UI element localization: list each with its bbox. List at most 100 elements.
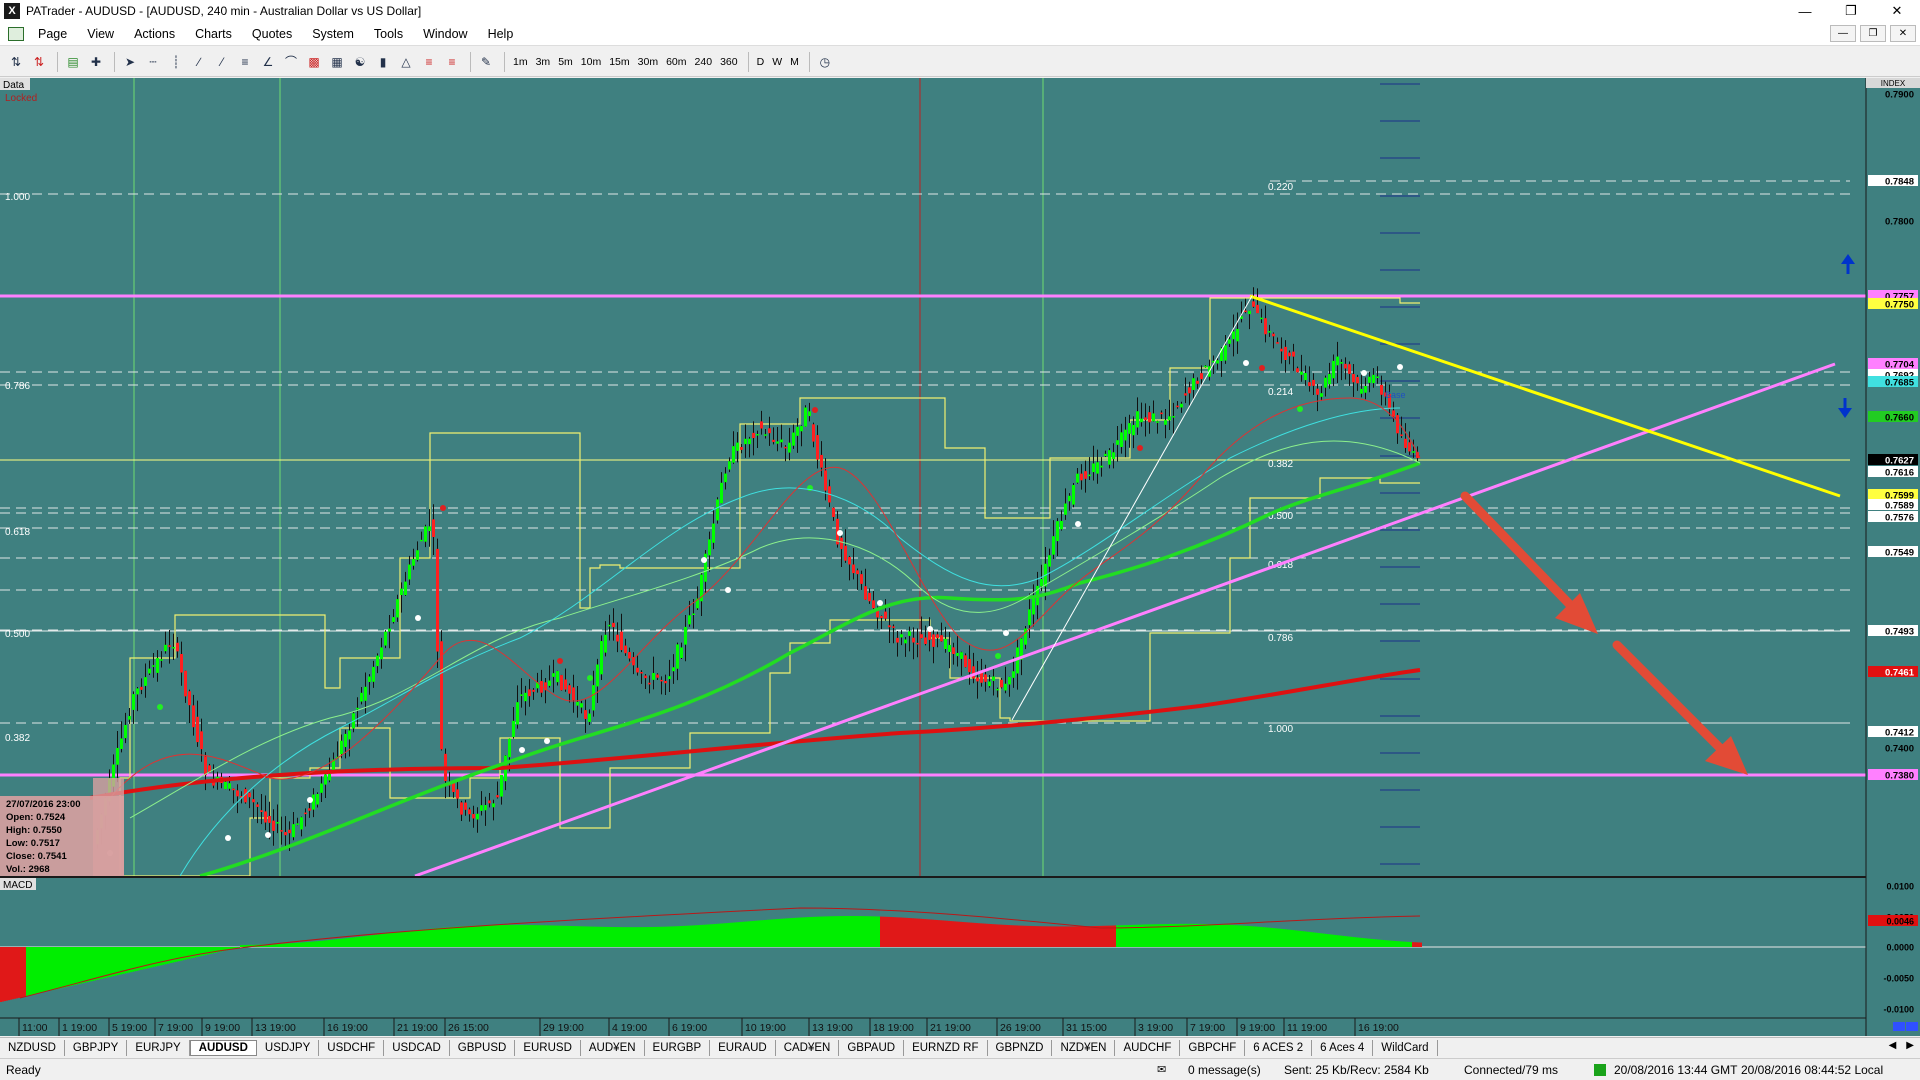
menu-help[interactable]: Help — [478, 27, 524, 41]
macd-bar — [180, 947, 182, 961]
zoom-in-icon[interactable] — [1893, 1022, 1905, 1031]
macd-bar — [404, 931, 406, 947]
cycle-lines-icon[interactable]: ☯ — [350, 52, 370, 72]
candle-body — [152, 665, 155, 667]
timeframe-10m[interactable]: 10m — [578, 52, 604, 72]
rectangle-icon[interactable]: ▩ — [304, 52, 324, 72]
macd-bar — [78, 947, 80, 985]
macd-bar — [916, 918, 918, 947]
horizontal-line-icon[interactable]: ┄ — [143, 52, 163, 72]
chart-window[interactable]: 1.000 0.786 0.618 0.500 0.382 0.220 0.21… — [0, 78, 1920, 1036]
fib-time-icon[interactable]: ≡ — [442, 52, 462, 72]
menu-window[interactable]: Window — [413, 27, 477, 41]
candle-body — [1248, 310, 1251, 315]
macd-bar — [318, 941, 320, 947]
macd-bar — [58, 947, 60, 989]
gann-icon[interactable]: ▦ — [327, 52, 347, 72]
candle-body — [732, 446, 735, 463]
candle-body — [556, 671, 559, 683]
price-chart[interactable]: 1.000 0.786 0.618 0.500 0.382 0.220 0.21… — [0, 78, 1920, 1036]
tab-usdcad[interactable]: USDCAD — [384, 1039, 450, 1056]
tab-nzdusd[interactable]: NZDUSD — [0, 1039, 65, 1056]
fib-arc-icon[interactable]: ⌒ — [281, 52, 301, 72]
sell-icon[interactable]: ⇅ — [29, 52, 49, 72]
zoom-out-icon[interactable] — [1906, 1022, 1918, 1031]
timeframe-1m[interactable]: 1m — [510, 52, 531, 72]
pencil-icon[interactable]: ✎ — [476, 52, 496, 72]
tab-next-icon[interactable]: ▶ — [1906, 1040, 1914, 1051]
chart-page-icon[interactable] — [8, 26, 24, 41]
timeframe-3m[interactable]: 3m — [533, 52, 554, 72]
close-icon[interactable]: ✕ — [1874, 0, 1920, 22]
macd-bar — [1174, 923, 1176, 947]
period-daily[interactable]: D — [754, 52, 768, 72]
fibonacci-icon[interactable]: ≡ — [235, 52, 255, 72]
tab-audusd[interactable]: AUDUSD — [189, 1039, 257, 1056]
trendline-icon[interactable]: ∕ — [189, 52, 209, 72]
candle-body — [800, 426, 803, 432]
macd-bar — [1120, 925, 1122, 947]
tab-cad-en[interactable]: CAD¥EN — [776, 1039, 840, 1056]
pointer-icon[interactable]: ➤ — [120, 52, 140, 72]
menu-quotes[interactable]: Quotes — [242, 27, 302, 41]
tab-eurusd[interactable]: EURUSD — [515, 1039, 581, 1056]
period-weekly[interactable]: W — [769, 52, 785, 72]
timeframe-360[interactable]: 360 — [717, 52, 741, 72]
menu-page[interactable]: Page — [28, 27, 77, 41]
fib-extension-icon[interactable]: ≡ — [419, 52, 439, 72]
clock-icon[interactable]: ◷ — [815, 52, 835, 72]
maximize-icon[interactable]: ❐ — [1828, 0, 1874, 22]
macd-panel[interactable] — [0, 878, 1866, 1018]
tab-audchf[interactable]: AUDCHF — [1115, 1039, 1181, 1056]
tab-prev-icon[interactable]: ◀ — [1889, 1040, 1897, 1051]
tab-eurnzd-rf[interactable]: EURNZD RF — [904, 1039, 988, 1056]
tab-aud-en[interactable]: AUD¥EN — [581, 1039, 645, 1056]
timeframe-5m[interactable]: 5m — [555, 52, 576, 72]
tab-wildcard[interactable]: WildCard — [1373, 1039, 1438, 1056]
minimize-icon[interactable]: — — [1782, 0, 1828, 22]
candle-body — [920, 634, 923, 639]
menu-charts[interactable]: Charts — [185, 27, 242, 41]
candle-body — [308, 808, 311, 811]
macd-bar — [670, 926, 672, 947]
mdi-close-icon[interactable]: ✕ — [1890, 25, 1916, 42]
tab-6-aces-2[interactable]: 6 ACES 2 — [1245, 1039, 1313, 1056]
message-icon[interactable]: ✉ — [1157, 1063, 1166, 1076]
triangle-icon[interactable]: △ — [396, 52, 416, 72]
menu-view[interactable]: View — [77, 27, 124, 41]
mdi-restore-icon[interactable]: ❐ — [1860, 25, 1886, 42]
timeframe-240[interactable]: 240 — [692, 52, 716, 72]
period-monthly[interactable]: M — [787, 52, 802, 72]
timeframe-15m[interactable]: 15m — [606, 52, 632, 72]
tab-6-aces-4[interactable]: 6 Aces 4 — [1312, 1039, 1374, 1056]
menu-system[interactable]: System — [302, 27, 364, 41]
timeframe-60m[interactable]: 60m — [663, 52, 689, 72]
crosshair-icon[interactable]: ✚ — [86, 52, 106, 72]
macd-bar — [776, 919, 778, 947]
candle-body — [412, 558, 415, 566]
vertical-line-icon[interactable]: ┊ — [166, 52, 186, 72]
menu-actions[interactable]: Actions — [124, 27, 185, 41]
tab-gbpnzd[interactable]: GBPNZD — [988, 1039, 1053, 1056]
channel-icon[interactable]: ⁄ — [212, 52, 232, 72]
menu-tools[interactable]: Tools — [364, 27, 413, 41]
tab-gbpaud[interactable]: GBPAUD — [839, 1039, 905, 1056]
mdi-minimize-icon[interactable]: — — [1830, 25, 1856, 42]
macd-bar — [1220, 924, 1222, 947]
tab-usdchf[interactable]: USDCHF — [319, 1039, 385, 1056]
tab-euraud[interactable]: EURAUD — [710, 1039, 776, 1056]
macd-bar — [676, 926, 678, 947]
tab-gbpchf[interactable]: GBPCHF — [1180, 1039, 1246, 1056]
tab-gbpusd[interactable]: GBPUSD — [450, 1039, 516, 1056]
chart-icon[interactable]: ▤ — [63, 52, 83, 72]
tab-usdjpy[interactable]: USDJPY — [257, 1039, 320, 1056]
bars-icon[interactable]: ▮ — [373, 52, 393, 72]
tab-eurgbp[interactable]: EURGBP — [645, 1039, 711, 1056]
timeframe-30m[interactable]: 30m — [635, 52, 661, 72]
tab-nzd-en[interactable]: NZD¥EN — [1052, 1039, 1116, 1056]
fib-fan-icon[interactable]: ∠ — [258, 52, 278, 72]
status-messages[interactable]: 0 message(s) — [1188, 1063, 1261, 1077]
tab-gbpjpy[interactable]: GBPJPY — [65, 1039, 128, 1056]
buy-icon[interactable]: ⇅ — [6, 52, 26, 72]
tab-eurjpy[interactable]: EURJPY — [127, 1039, 190, 1056]
